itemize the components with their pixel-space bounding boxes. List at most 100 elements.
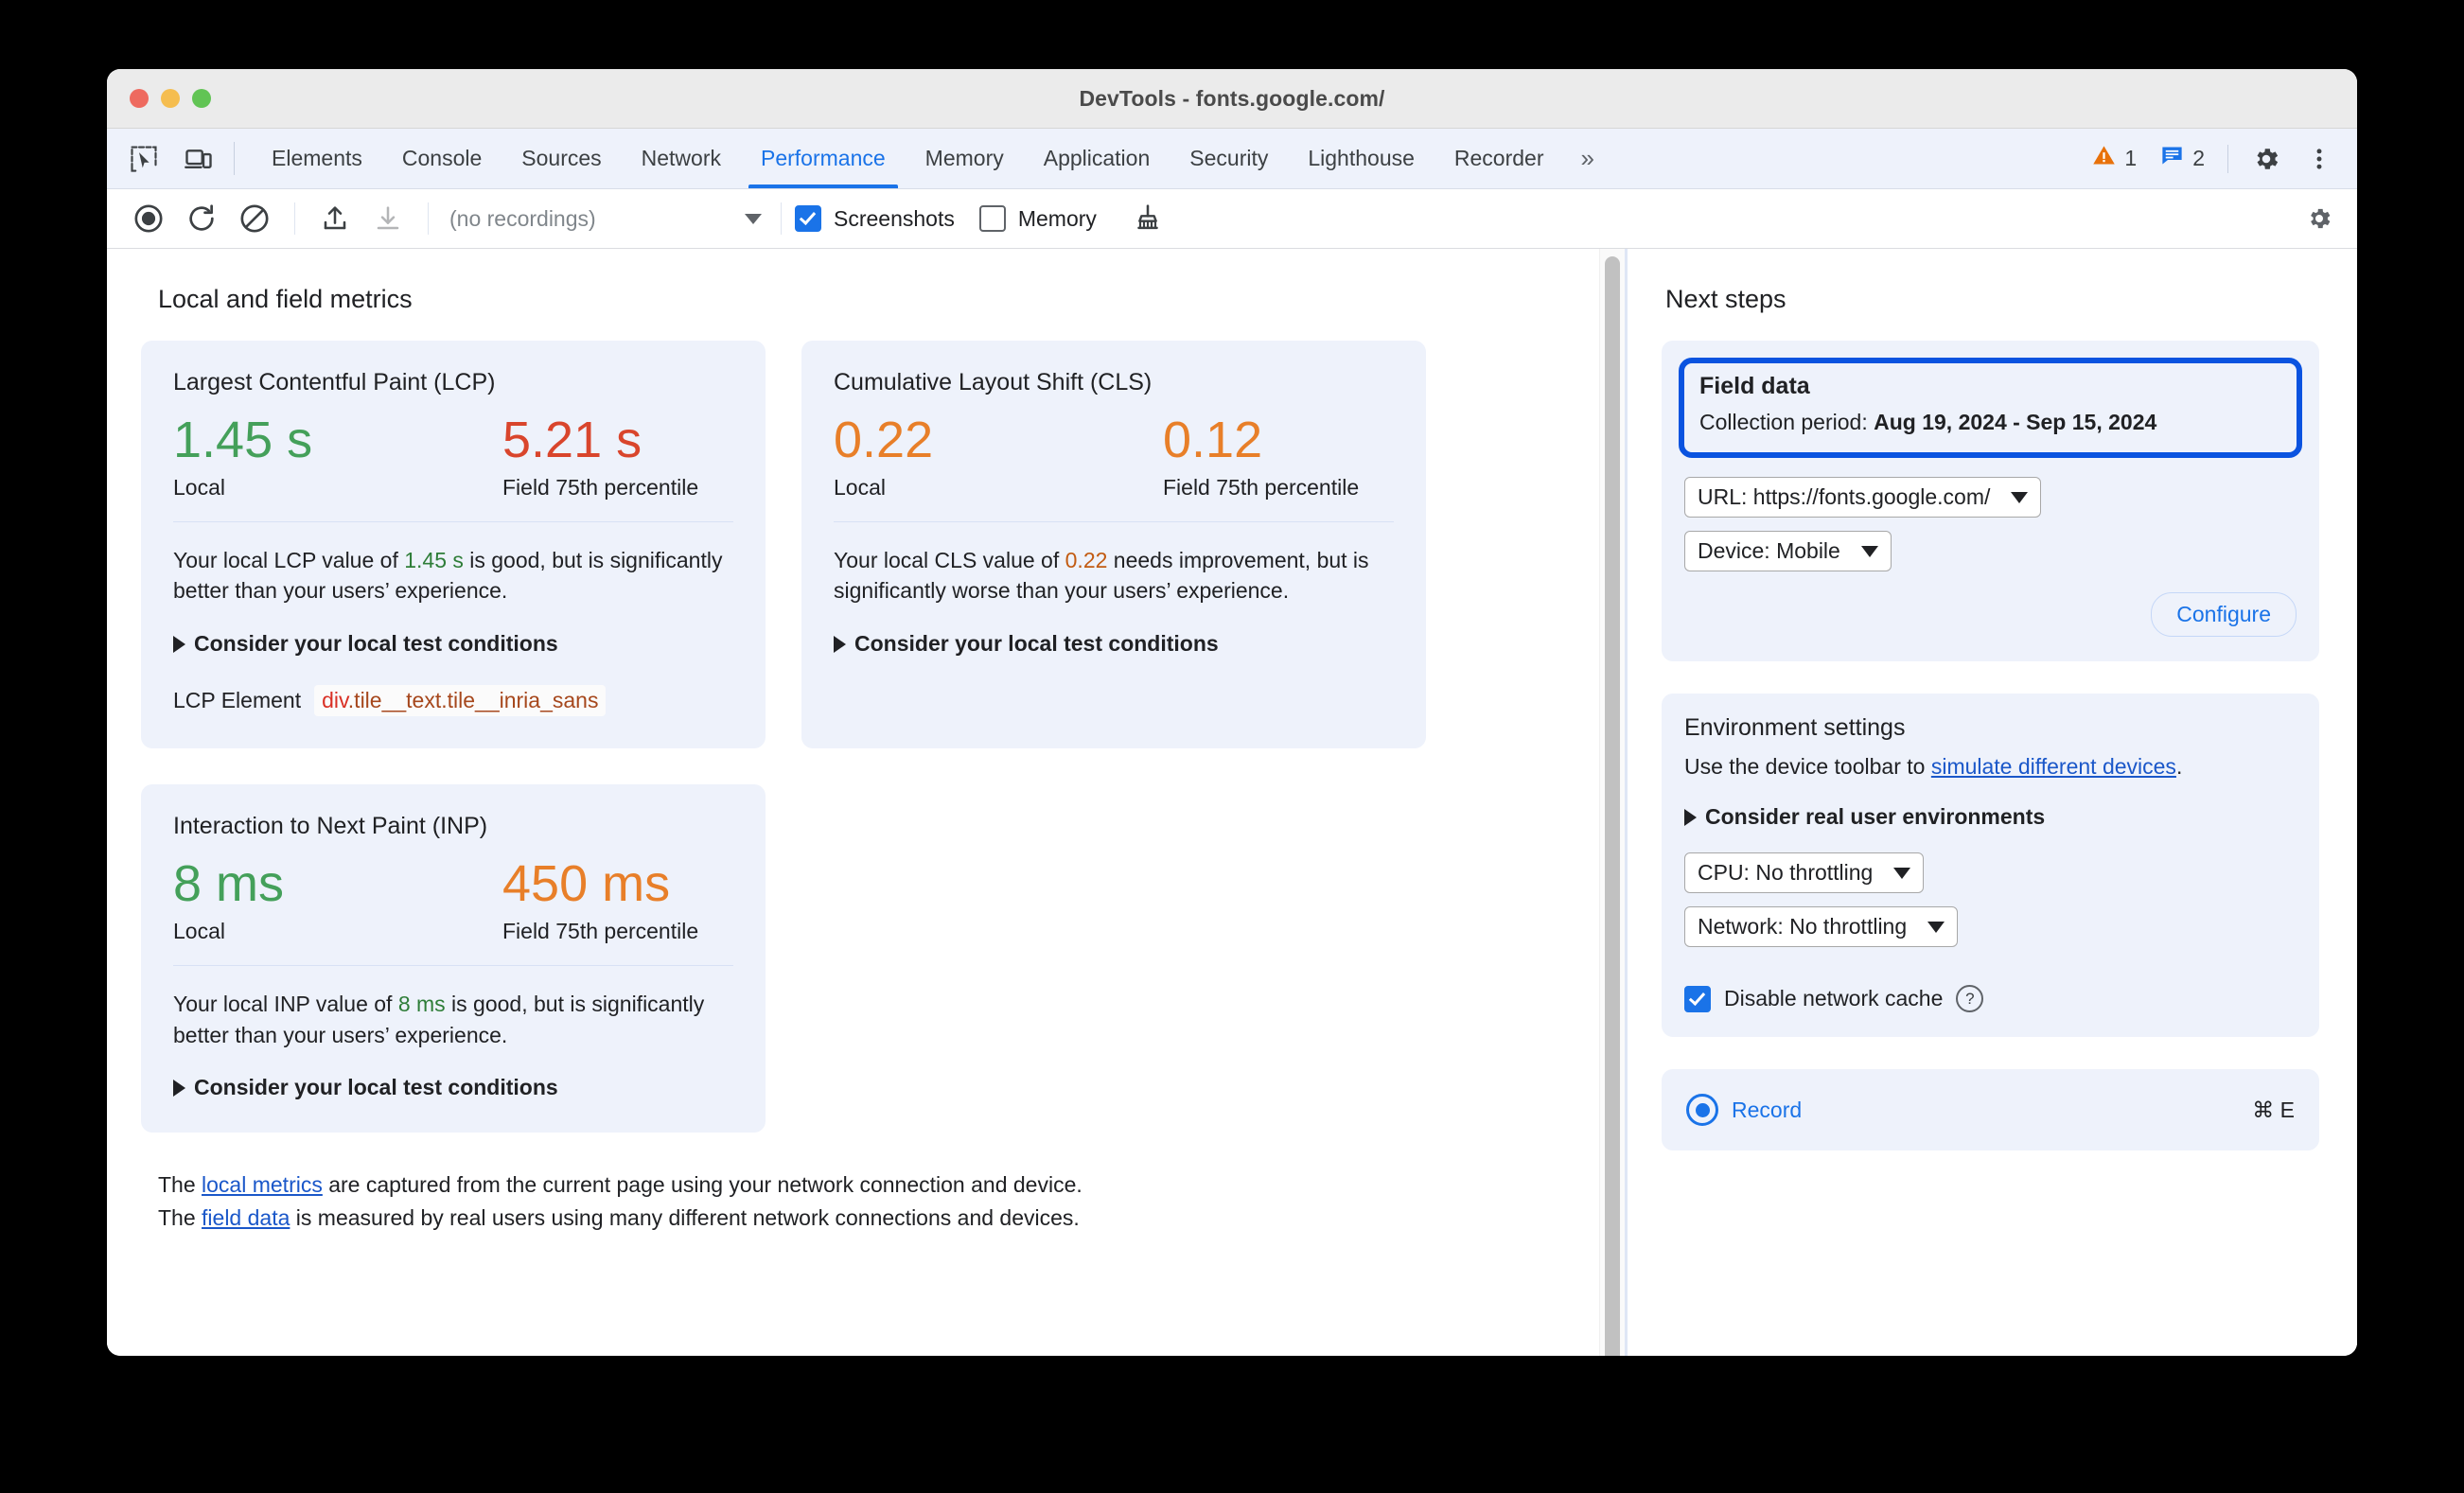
toolbar-divider-1 (294, 202, 295, 235)
metrics-footnote: The local metrics are captured from the … (158, 1168, 1558, 1272)
clear-prohibited-icon[interactable] (228, 192, 281, 245)
disclosure-local-test-conditions-cls[interactable]: Consider your local test conditions (834, 631, 1394, 657)
tab-lighthouse[interactable]: Lighthouse (1288, 129, 1434, 188)
env-desc-pre: Use the device toolbar to (1684, 754, 1931, 780)
chevron-down-icon (745, 213, 762, 224)
collection-value: Aug 19, 2024 - Sep 15, 2024 (1874, 410, 2157, 434)
network-throttling-dropdown[interactable]: Network: No throttling (1684, 906, 1959, 948)
scrollbar-thumb[interactable] (1605, 256, 1620, 1356)
local-metrics-link[interactable]: local metrics (202, 1172, 323, 1197)
lcp-element-classes: .tile__text.tile__inria_sans (347, 688, 599, 713)
tab-security[interactable]: Security (1170, 129, 1288, 188)
tab-performance[interactable]: Performance (741, 129, 906, 188)
collection-label: Collection period: (1699, 410, 1874, 434)
memory-checkbox-box (978, 205, 1006, 232)
screenshots-checkbox-box (795, 205, 821, 232)
cpu-throttling-dropdown[interactable]: CPU: No throttling (1684, 852, 1925, 894)
record-button-content: Record (1686, 1094, 1802, 1127)
screenshots-label: Screenshots (834, 205, 955, 231)
tab-elements[interactable]: Elements (252, 129, 382, 188)
inspect-cursor-icon[interactable] (116, 129, 171, 188)
chevron-down-icon (1893, 867, 1911, 879)
more-tabs-button[interactable]: » (1564, 129, 1610, 188)
recordings-dropdown[interactable]: (no recordings) (449, 206, 767, 232)
metric-local-value-cls: 0.22 (834, 412, 934, 468)
download-profile-icon[interactable] (361, 192, 414, 245)
memory-checkbox[interactable]: Memory (978, 205, 1097, 232)
disclosure-real-user-environments[interactable]: Consider real user environments (1684, 804, 2297, 830)
device-toolbar-icon[interactable] (171, 129, 226, 188)
screenshots-checkbox[interactable]: Screenshots (795, 205, 955, 232)
messages-counter[interactable]: 2 (2150, 143, 2214, 174)
metric-local-cls: 0.22 Local (834, 410, 1163, 501)
warnings-counter[interactable]: 1 (2082, 143, 2146, 174)
performance-settings-gear-icon[interactable] (2295, 194, 2344, 243)
disclosure-label-environments: Consider real user environments (1705, 804, 2046, 830)
footnote-1-pre: The (158, 1172, 202, 1198)
broom-icon[interactable] (1121, 192, 1174, 245)
tab-memory[interactable]: Memory (906, 129, 1024, 188)
url-dropdown[interactable]: URL: https://fonts.google.com/ (1684, 477, 2042, 518)
tab-application[interactable]: Application (1024, 129, 1170, 188)
metric-values-lcp: 1.45 s Local 5.21 s Field 75th percentil… (173, 410, 733, 501)
device-dropdown[interactable]: Device: Mobile (1684, 531, 1892, 572)
chevron-down-icon (2011, 491, 2029, 503)
maximize-window-button[interactable] (192, 89, 211, 108)
field-data-heading: Field data (1699, 373, 1810, 399)
field-data-focus-region[interactable]: Field data Collection period: Aug 19, 20… (1679, 358, 2302, 459)
lcp-element-node-link[interactable]: div.tile__text.tile__inria_sans (314, 685, 607, 717)
disclosure-local-test-conditions-lcp[interactable]: Consider your local test conditions (173, 631, 733, 657)
metric-field-label-lcp: Field 75th percentile (502, 474, 699, 500)
tab-console[interactable]: Console (382, 129, 502, 188)
disclosure-label-lcp: Consider your local test conditions (194, 631, 558, 657)
message-icon (2159, 143, 2185, 174)
upload-profile-icon[interactable] (308, 192, 361, 245)
minimize-window-button[interactable] (161, 89, 180, 108)
question-mark-icon[interactable]: ? (1956, 985, 1984, 1013)
tab-recorder[interactable]: Recorder (1434, 129, 1564, 188)
metric-description-lcp: Your local LCP value of 1.45 s is good, … (173, 545, 733, 606)
close-window-button[interactable] (130, 89, 149, 108)
lcp-element-row: LCP Element div.tile__text.tile__inria_s… (173, 685, 733, 717)
field-data-card: Field data Collection period: Aug 19, 20… (1662, 341, 2319, 662)
metric-field-lcp: 5.21 s Field 75th percentile (502, 410, 698, 501)
window-title: DevTools - fonts.google.com/ (1079, 85, 1385, 111)
simulate-devices-link[interactable]: simulate different devices (1931, 754, 2176, 779)
field-data-actions: Configure (1684, 592, 2297, 638)
metric-field-label-inp: Field 75th percentile (502, 918, 699, 943)
env-desc-post: . (2175, 754, 2183, 780)
reload-record-icon[interactable] (175, 192, 228, 245)
disable-network-cache-checkbox[interactable]: Disable network cache ? (1684, 985, 2297, 1013)
metric-card-lcp: Largest Contentful Paint (LCP) 1.45 s Lo… (141, 341, 766, 749)
metric-local-label-cls: Local (834, 474, 886, 500)
metric-card-row-2: Interaction to Next Paint (INP) 8 ms Loc… (141, 784, 1558, 1133)
kebab-menu-icon[interactable] (2295, 134, 2344, 184)
triangle-right-icon (173, 635, 185, 653)
chevron-down-icon (1860, 545, 1878, 557)
disclosure-local-test-conditions-inp[interactable]: Consider your local test conditions (173, 1075, 733, 1100)
metric-description-inp: Your local INP value of 8 ms is good, bu… (173, 989, 733, 1050)
gear-icon[interactable] (2242, 134, 2291, 184)
tab-network[interactable]: Network (622, 129, 741, 188)
tabbar-divider (234, 142, 235, 175)
metric-title-lcp: Largest Contentful Paint (LCP) (173, 369, 496, 395)
next-steps-title: Next steps (1665, 285, 1786, 313)
field-data-link[interactable]: field data (202, 1205, 290, 1230)
devtools-tabbar: Elements Console Sources Network Perform… (107, 129, 2357, 189)
footnote-line-2: The field data is measured by real users… (158, 1202, 1558, 1235)
disclosure-label-cls: Consider your local test conditions (854, 631, 1219, 657)
tabbar-actions: 1 2 (2082, 129, 2357, 188)
metric-card-inp: Interaction to Next Paint (INP) 8 ms Loc… (141, 784, 766, 1133)
main-panel-scrollbar[interactable] (1599, 249, 1625, 1356)
record-button[interactable]: Record ⌘ E (1662, 1069, 2319, 1151)
memory-label: Memory (1017, 205, 1097, 231)
environment-settings-card: Environment settings Use the device tool… (1662, 694, 2319, 1038)
footnote-2-post: is measured by real users using many dif… (290, 1204, 1080, 1230)
metric-description-cls: Your local CLS value of 0.22 needs impro… (834, 545, 1394, 606)
desc-value-lcp: 1.45 s (404, 547, 464, 572)
desc-prefix-inp: Your local INP value of (173, 991, 398, 1016)
configure-button[interactable]: Configure (2151, 592, 2297, 638)
tab-sources[interactable]: Sources (502, 129, 621, 188)
record-circle-icon[interactable] (122, 192, 175, 245)
toolbar-divider-3 (781, 202, 782, 235)
